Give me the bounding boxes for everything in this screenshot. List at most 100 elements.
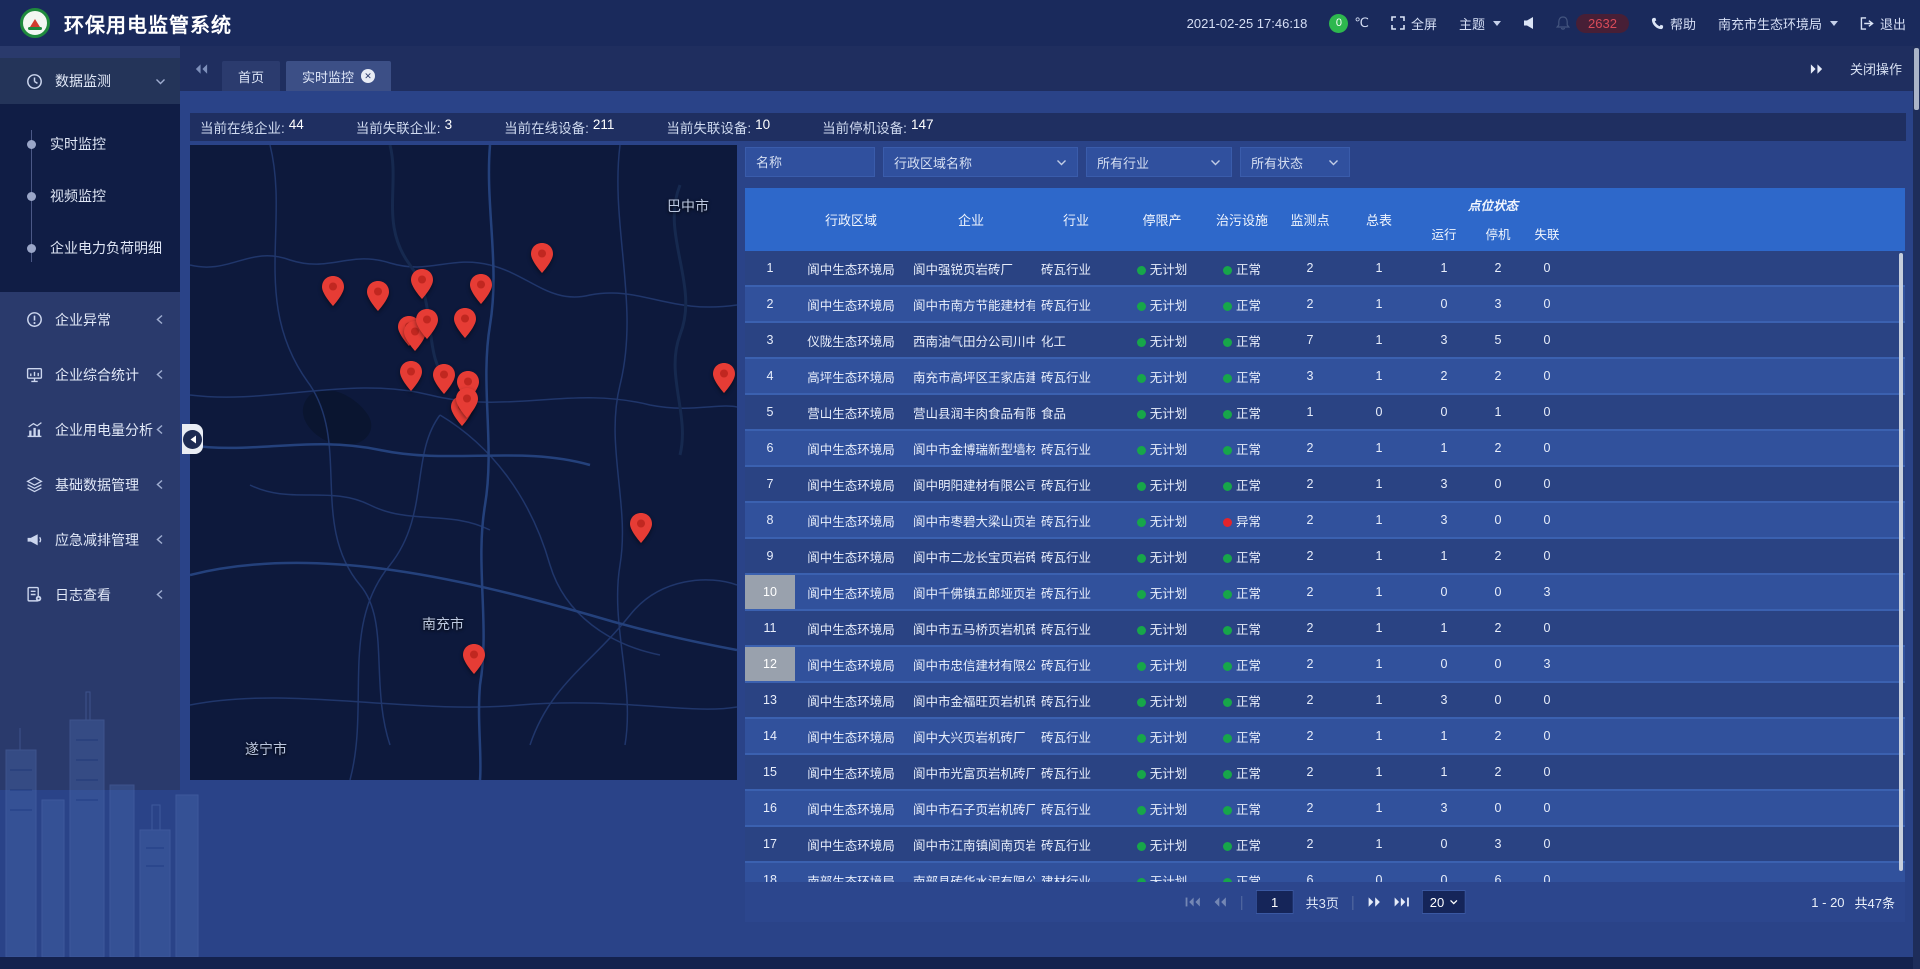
table-row[interactable]: 6阆中生态环境局阆中市金博瑞新型墙材砖瓦行业无计划正常21120: [745, 431, 1905, 465]
table-row[interactable]: 8阆中生态环境局阆中市枣碧大梁山页岩砖瓦行业无计划异常21300: [745, 503, 1905, 537]
map-pin-icon[interactable]: [411, 269, 433, 299]
cell-facility: 异常: [1207, 511, 1277, 530]
cell-meters: 0: [1343, 405, 1415, 419]
sidebar-item-enterprise-stats[interactable]: 企业综合统计: [0, 347, 180, 402]
table-row[interactable]: 15阆中生态环境局阆中市光富页岩机砖厂砖瓦行业无计划正常21120: [745, 755, 1905, 789]
logout-button[interactable]: 退出: [1860, 14, 1906, 33]
tab-realtime[interactable]: 实时监控✕: [286, 61, 391, 91]
table-scrollbar[interactable]: [1899, 253, 1903, 871]
page-scrollbar-thumb[interactable]: [1914, 48, 1919, 110]
sidebar-item-power-load-detail[interactable]: 企业电力负荷明细: [0, 222, 180, 274]
table-row[interactable]: 18南部生态环境局南部县砖华水泥有限公建材行业无计划正常60060: [745, 863, 1905, 882]
page-number-input[interactable]: [1256, 890, 1294, 914]
cell-run: 3: [1415, 477, 1473, 491]
table-row[interactable]: 17阆中生态环境局阆中市江南镇阆南页岩砖瓦行业无计划正常21030: [745, 827, 1905, 861]
table-row[interactable]: 13阆中生态环境局阆中市金福旺页岩机砖砖瓦行业无计划正常21300: [745, 683, 1905, 717]
map-pin-icon[interactable]: [400, 361, 422, 391]
mute-button[interactable]: [1523, 16, 1534, 30]
cell-region: 阆中生态环境局: [795, 511, 907, 530]
table-row[interactable]: 4高坪生态环境局南充市高坪区王家店建砖瓦行业无计划正常31220: [745, 359, 1905, 393]
cell-company: 阆中大兴页岩机砖厂: [907, 727, 1035, 746]
table-row[interactable]: 2阆中生态环境局阆中市南方节能建材有砖瓦行业无计划正常21030: [745, 287, 1905, 321]
cell-industry: 砖瓦行业: [1035, 439, 1117, 458]
status-select[interactable]: 所有状态: [1240, 147, 1350, 177]
cell-region: 阆中生态环境局: [795, 763, 907, 782]
map-pin-icon[interactable]: [470, 274, 492, 304]
alert-icon: [26, 311, 43, 328]
stat-item: 当前在线设备:211: [504, 117, 614, 137]
page-scrollbar[interactable]: [1913, 46, 1920, 969]
last-page-button[interactable]: [1394, 896, 1410, 908]
cell-meters: 1: [1343, 621, 1415, 635]
cell-region: 阆中生态环境局: [795, 835, 907, 854]
table-row[interactable]: 7阆中生态环境局阆中明阳建材有限公司砖瓦行业无计划正常21300: [745, 467, 1905, 501]
notifications[interactable]: 2632: [1556, 14, 1629, 33]
map-panel[interactable]: 巴中市南充市遂宁市: [190, 145, 737, 780]
cell-meters: 0: [1343, 873, 1415, 882]
cell-company: 阆中市石子页岩机砖厂: [907, 799, 1035, 818]
sidebar-item-enterprise-abnormal[interactable]: 企业异常: [0, 292, 180, 347]
map-pin-icon[interactable]: [322, 276, 344, 306]
sidebar-item-data-monitoring[interactable]: 数据监测: [0, 58, 180, 104]
close-icon[interactable]: ✕: [361, 69, 375, 83]
cell-company: 阆中市二龙长宝页岩砖: [907, 547, 1035, 566]
map-pin-icon[interactable]: [416, 309, 438, 339]
cell-company: 南充市高坪区王家店建: [907, 367, 1035, 386]
chevron-left-icon: [155, 314, 166, 325]
map-pin-icon[interactable]: [456, 388, 478, 418]
table-row[interactable]: 5营山生态环境局营山县润丰肉食品有限食品无计划正常10010: [745, 395, 1905, 429]
sidebar-item-power-analysis[interactable]: 企业用电量分析: [0, 402, 180, 457]
sidebar-item-log-view[interactable]: 日志查看: [0, 567, 180, 622]
cell-stop: 2: [1473, 549, 1523, 563]
cell-meters: 1: [1343, 513, 1415, 527]
next-page-button[interactable]: [1367, 896, 1382, 908]
sidebar-item-base-data[interactable]: 基础数据管理: [0, 457, 180, 512]
industry-select[interactable]: 所有行业: [1086, 147, 1232, 177]
map-pin-icon[interactable]: [713, 363, 735, 393]
cell-industry: 砖瓦行业: [1035, 835, 1117, 854]
table-row[interactable]: 11阆中生态环境局阆中市五马桥页岩机砖砖瓦行业无计划正常21120: [745, 611, 1905, 645]
table-row[interactable]: 10阆中生态环境局阆中千佛镇五郎垭页岩砖瓦行业无计划正常21003: [745, 575, 1905, 609]
table-row[interactable]: 14阆中生态环境局阆中大兴页岩机砖厂砖瓦行业无计划正常21120: [745, 719, 1905, 753]
cell-company: 阆中市光富页岩机砖厂: [907, 763, 1035, 782]
cell-facility: 正常: [1207, 475, 1277, 494]
help-button[interactable]: 帮助: [1651, 14, 1696, 33]
theme-dropdown[interactable]: 主题: [1459, 14, 1501, 33]
table-row[interactable]: 3仪陇生态环境局西南油气田分公司川中化工无计划正常71350: [745, 323, 1905, 357]
table-row[interactable]: 16阆中生态环境局阆中市石子页岩机砖厂砖瓦行业无计划正常21300: [745, 791, 1905, 825]
map-pin-icon[interactable]: [531, 243, 553, 273]
tab-home[interactable]: 首页: [222, 61, 280, 91]
chevron-down-icon: [1449, 898, 1457, 906]
name-search-input[interactable]: [745, 147, 875, 177]
table-row[interactable]: 9阆中生态环境局阆中市二龙长宝页岩砖砖瓦行业无计划正常21120: [745, 539, 1905, 573]
cell-industry: 砖瓦行业: [1035, 475, 1117, 494]
cell-facility: 正常: [1207, 619, 1277, 638]
fullscreen-button[interactable]: 全屏: [1391, 14, 1437, 33]
close-operations-button[interactable]: 关闭操作: [1850, 59, 1902, 78]
map-pin-icon[interactable]: [463, 644, 485, 674]
organization-dropdown[interactable]: 南充市生态环境局: [1718, 14, 1838, 33]
sidebar-collapse-button[interactable]: [182, 424, 203, 454]
table-row[interactable]: 12阆中生态环境局阆中市忠信建材有限公砖瓦行业无计划正常21003: [745, 647, 1905, 681]
sidebar-item-video-monitoring[interactable]: 视频监控: [0, 170, 180, 222]
map-pin-icon[interactable]: [367, 281, 389, 311]
cell-meters: 1: [1343, 765, 1415, 779]
tabs-scroll-right-icon[interactable]: [1809, 63, 1824, 75]
sidebar-item-realtime-monitoring[interactable]: 实时监控: [0, 118, 180, 170]
page-size-select[interactable]: 20: [1422, 890, 1465, 914]
map-pin-icon[interactable]: [433, 364, 455, 394]
first-page-button[interactable]: [1185, 896, 1201, 908]
cell-meters: 1: [1343, 477, 1415, 491]
stat-item: 当前停机设备:147: [822, 117, 933, 137]
region-select[interactable]: 行政区域名称: [883, 147, 1078, 177]
map-pin-icon[interactable]: [454, 308, 476, 338]
status-dot-icon: [1137, 734, 1146, 743]
sidebar-item-emergency-reduction[interactable]: 应急减排管理: [0, 512, 180, 567]
tabs-scroll-left-icon[interactable]: [194, 63, 209, 75]
tab-label: 首页: [238, 67, 264, 86]
status-dot-icon: [1137, 698, 1146, 707]
prev-page-button[interactable]: [1213, 896, 1228, 908]
table-row[interactable]: 1阆中生态环境局阆中强锐页岩砖厂砖瓦行业无计划正常21120: [745, 251, 1905, 285]
cell-meters: 1: [1343, 585, 1415, 599]
map-pin-icon[interactable]: [630, 513, 652, 543]
